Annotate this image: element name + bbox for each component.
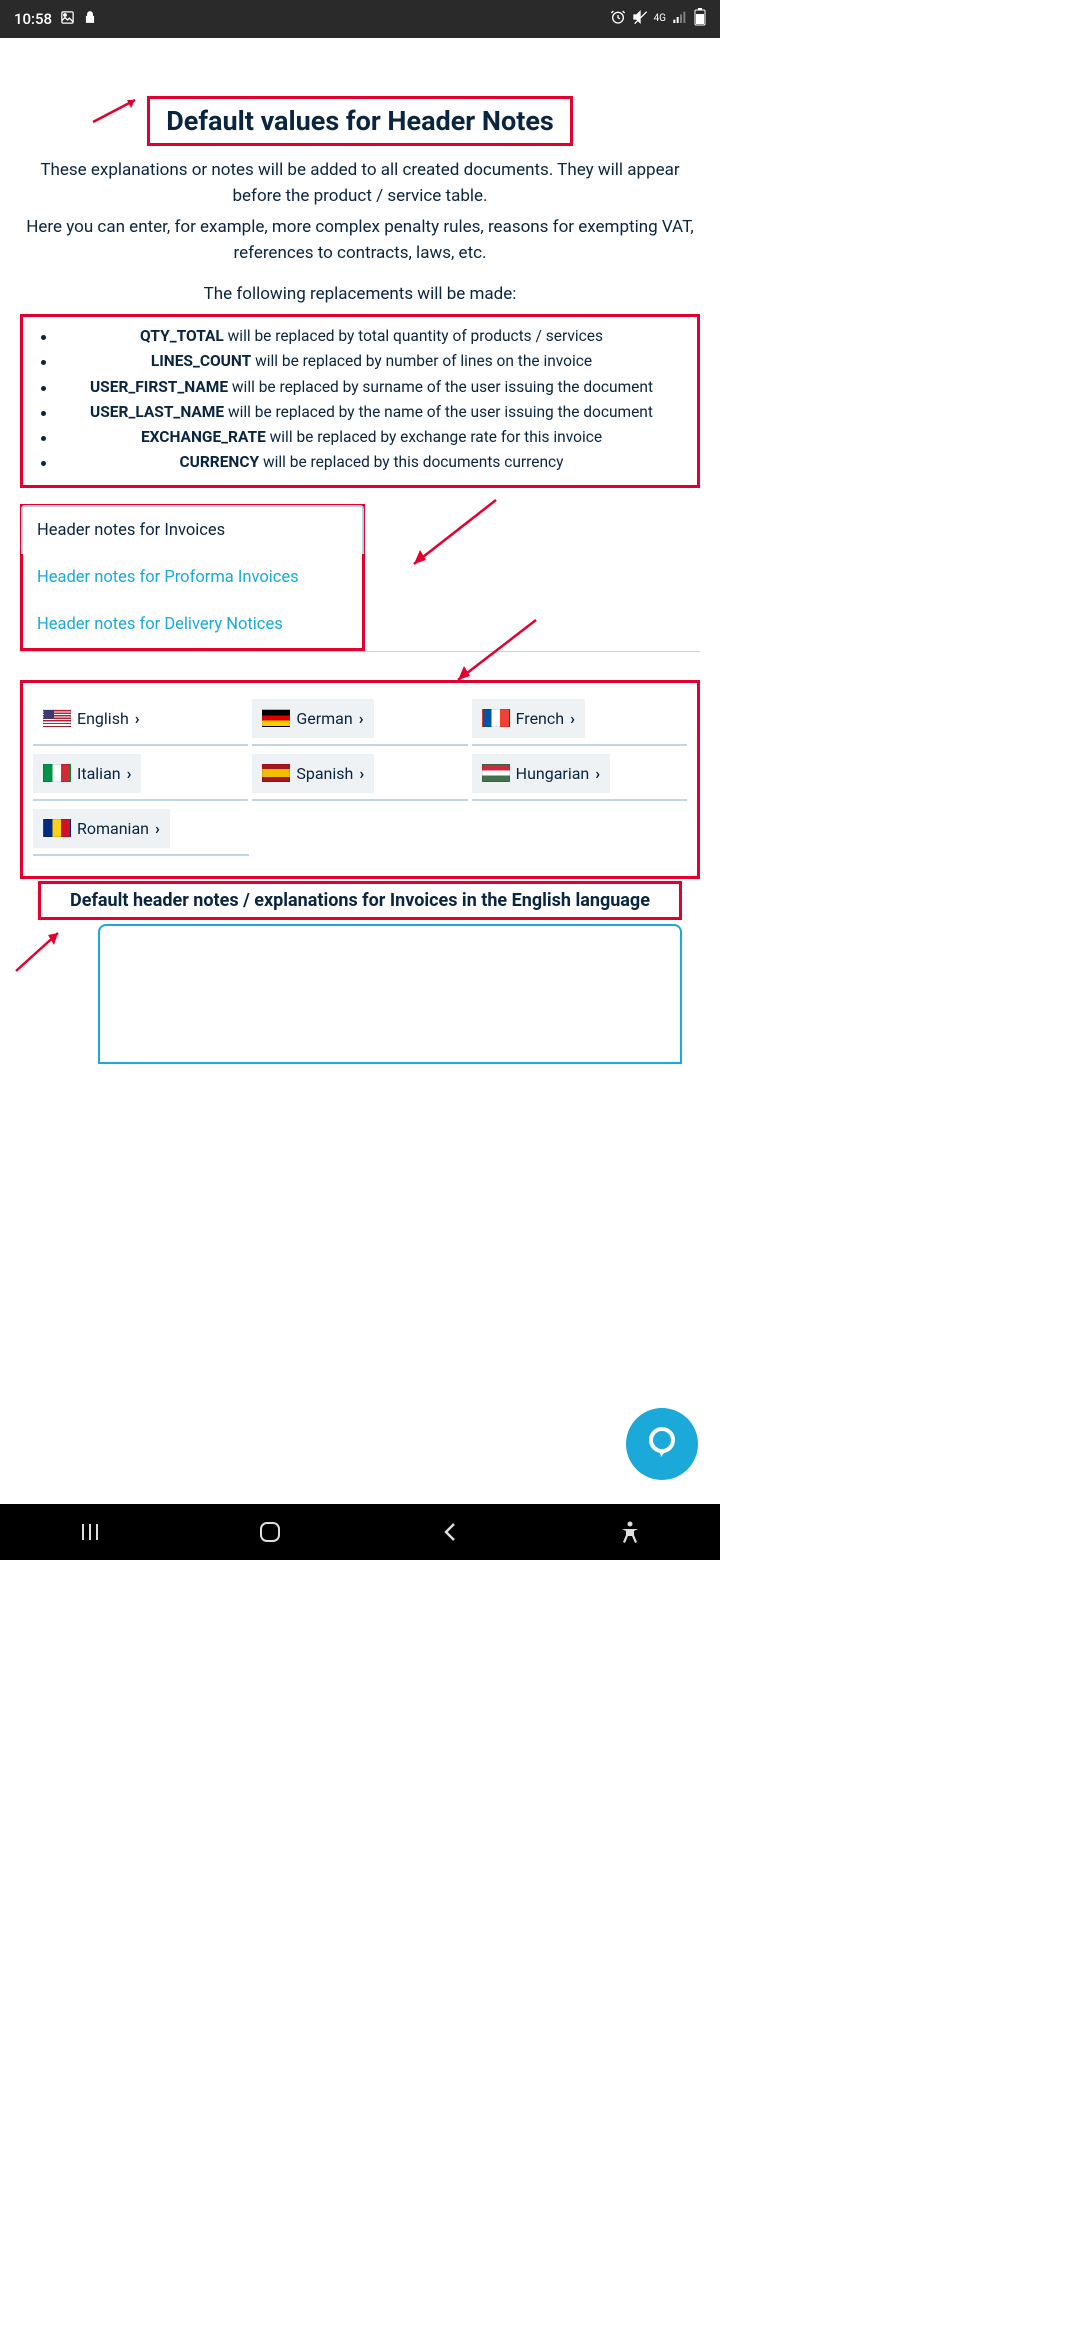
tabs-section: Header notes for Invoices Header notes f…	[20, 504, 700, 652]
list-item: QTY_TOTAL will be replaced by total quan…	[35, 325, 685, 348]
flag-us-icon	[43, 709, 71, 727]
accessibility-button[interactable]	[615, 1517, 645, 1547]
chevron-right-icon: ›	[155, 819, 160, 838]
lang-german-button[interactable]: German›	[252, 699, 373, 738]
chat-button[interactable]	[626, 1408, 698, 1480]
language-section: English› German› French› Italian› Spanis…	[20, 680, 700, 879]
flag-de-icon	[262, 709, 290, 727]
chevron-right-icon: ›	[359, 709, 364, 728]
chevron-right-icon: ›	[359, 764, 364, 783]
flag-es-icon	[262, 764, 290, 782]
navigation-bar	[0, 1504, 720, 1560]
alarm-icon	[610, 9, 626, 29]
chevron-right-icon: ›	[135, 709, 140, 728]
list-item: USER_LAST_NAME will be replaced by the n…	[35, 401, 685, 424]
chat-icon	[645, 1425, 679, 1463]
chevron-right-icon: ›	[570, 709, 575, 728]
description-line-1: These explanations or notes will be adde…	[16, 158, 704, 209]
list-item: USER_FIRST_NAME will be replaced by surn…	[35, 376, 685, 399]
list-item: EXCHANGE_RATE will be replaced by exchan…	[35, 426, 685, 449]
flag-it-icon	[43, 764, 71, 782]
status-time: 10:58	[14, 10, 52, 28]
image-icon	[60, 10, 75, 29]
lang-hungarian-button[interactable]: Hungarian›	[472, 754, 610, 793]
battery-icon	[694, 8, 706, 30]
back-button[interactable]	[435, 1517, 465, 1547]
lang-italian-button[interactable]: Italian›	[33, 754, 141, 793]
network-label: 4G	[654, 14, 666, 24]
replacements-list: QTY_TOTAL will be replaced by total quan…	[20, 314, 700, 488]
header-notes-textarea[interactable]	[98, 924, 682, 1064]
page-title: Default values for Header Notes	[147, 96, 573, 146]
mute-icon	[632, 9, 648, 29]
chevron-right-icon: ›	[595, 764, 600, 783]
description-line-2: Here you can enter, for example, more co…	[16, 215, 704, 266]
annotation-arrow-icon	[91, 94, 141, 124]
lang-spanish-button[interactable]: Spanish›	[252, 754, 374, 793]
list-item: CURRENCY will be replaced by this docume…	[35, 451, 685, 474]
app-icon	[83, 10, 97, 28]
annotation-arrow-icon	[440, 616, 540, 688]
recents-button[interactable]	[75, 1517, 105, 1547]
main-content: Default values for Header Notes These ex…	[0, 38, 720, 1504]
tab-invoices[interactable]: Header notes for Invoices	[21, 505, 364, 554]
annotation-arrow-icon	[12, 925, 68, 975]
tab-delivery[interactable]: Header notes for Delivery Notices	[23, 601, 362, 648]
chevron-right-icon: ›	[127, 764, 132, 783]
signal-icon	[672, 9, 688, 29]
flag-fr-icon	[482, 709, 510, 727]
page-description: These explanations or notes will be adde…	[8, 158, 712, 266]
section-subheading: Default header notes / explanations for …	[38, 881, 682, 920]
replacements-intro: The following replacements will be made:	[8, 284, 712, 304]
flag-hu-icon	[482, 764, 510, 782]
annotation-arrow-icon	[400, 496, 500, 576]
home-button[interactable]	[255, 1517, 285, 1547]
status-bar: 10:58 4G	[0, 0, 720, 38]
lang-french-button[interactable]: French›	[472, 699, 585, 738]
lang-english-button[interactable]: English›	[33, 699, 150, 738]
list-item: LINES_COUNT will be replaced by number o…	[35, 350, 685, 373]
tab-proforma[interactable]: Header notes for Proforma Invoices	[23, 554, 362, 601]
flag-ro-icon	[43, 819, 71, 837]
lang-romanian-button[interactable]: Romanian›	[33, 809, 170, 848]
